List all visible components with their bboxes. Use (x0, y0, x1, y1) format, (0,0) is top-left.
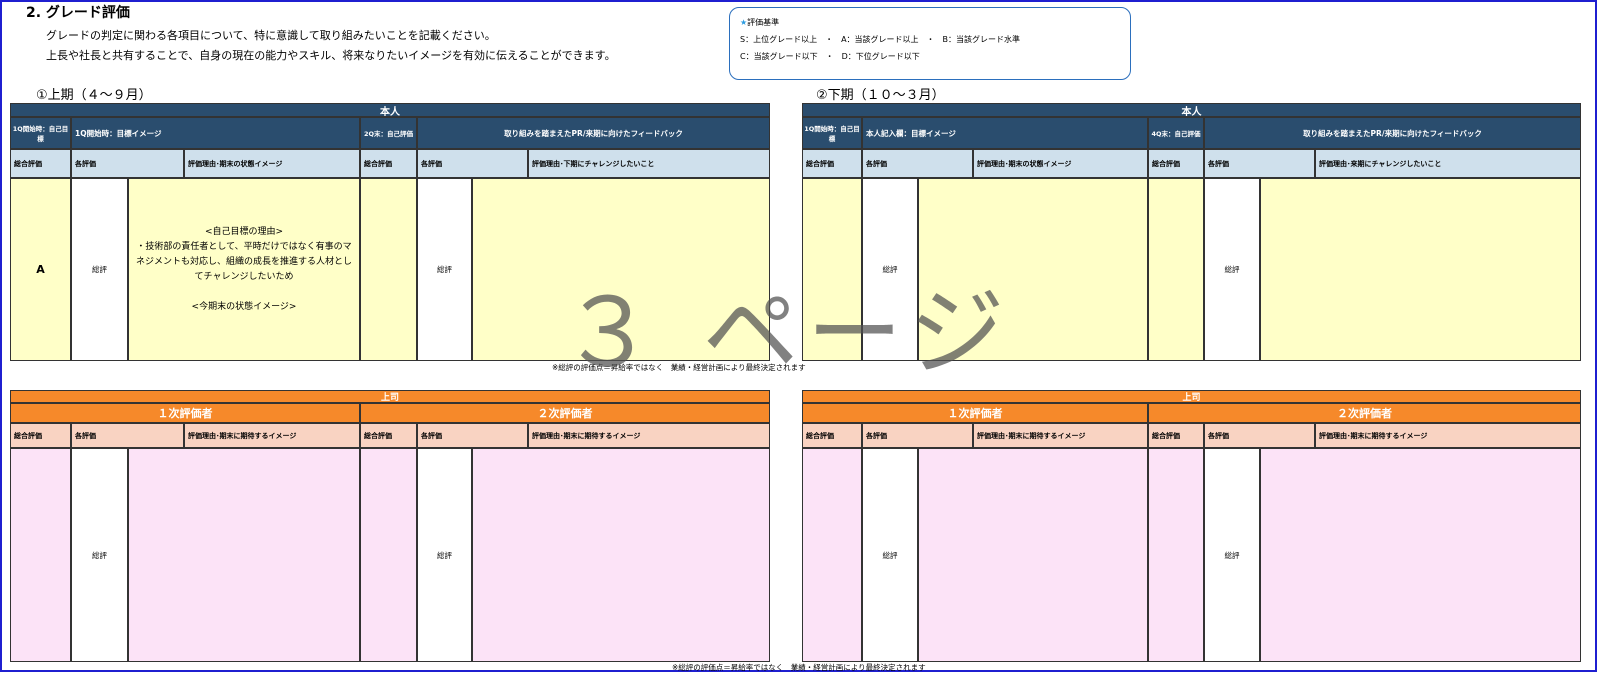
second-half-boss-each-value[interactable]: 総評 (862, 448, 918, 662)
first-half-boss-overall-cell[interactable] (10, 448, 71, 662)
first-half-reason-text[interactable]: <自己目標の理由> ・技術部の責任者として、平時だけではなく有事のマネジメントも… (128, 178, 360, 361)
second-half-first-evaluator: １次評価者 (802, 403, 1148, 423)
second-half-sub-reason: 評価理由･期末の状態イメージ (973, 149, 1148, 178)
section-title: 2. グレード評価 (26, 5, 130, 21)
first-half-sub-overall-2: 総合評価 (360, 149, 417, 178)
first-half-overall-eval-cell[interactable] (360, 178, 417, 361)
second-half-period-label: ②下期（１０～３月） (816, 88, 945, 103)
second-half-boss-sub-reason: 評価理由･期末に期待するイメージ (973, 423, 1148, 448)
first-half-boss-sub-overall-2: 総合評価 (360, 423, 417, 448)
second-half-sub-overall-2: 総合評価 (1148, 149, 1204, 178)
first-half-col-end-eval: 2Q末：自己評価 (360, 117, 417, 149)
second-half-second-evaluator: ２次評価者 (1148, 403, 1581, 423)
second-half-sub-reason-2: 評価理由･来期にチャレンジしたいこと (1315, 149, 1581, 178)
first-half-sub-overall: 総合評価 (10, 149, 71, 178)
first-half-col-feedback: 取り組みを踏まえたPR/来期に向けたフィードバック (417, 117, 770, 149)
second-half-sub-overall: 総合評価 (802, 149, 862, 178)
reason-heading: <自己目標の理由> (204, 226, 284, 237)
first-half-boss-each-value-2[interactable]: 総評 (417, 448, 472, 662)
first-half-col-goal-image: 1Q開始時：目標イメージ (71, 117, 360, 149)
first-half-period-label: ①上期（４～９月） (36, 88, 152, 103)
first-half-each-value-2[interactable]: 総評 (417, 178, 472, 361)
second-half-boss-sub-reason-2: 評価理由･期末に期待するイメージ (1315, 423, 1581, 448)
first-half-first-evaluator: １次評価者 (10, 403, 360, 423)
first-half-boss-sub-overall: 総合評価 (10, 423, 71, 448)
legend-line-1: S：上位グレード以上 ・ A：当該グレード以上 ・ B：当該グレード水準 (740, 35, 1021, 44)
second-half-boss-sub-overall-2: 総合評価 (1148, 423, 1204, 448)
second-half-col-start-goal: 1Q開始時：自己目標 (802, 117, 862, 149)
description-line-1: グレードの判定に関わる各項目について、特に意識して取り組みたいことを記載ください… (46, 29, 496, 42)
second-half-boss-sub-each-2: 各評価 (1204, 423, 1315, 448)
second-half-sub-each-2: 各評価 (1204, 149, 1315, 178)
reason-body: ・技術部の責任者として、平時だけではなく有事のマネジメントも対応し、組織の成長を… (135, 241, 352, 282)
second-half-reason-cell-2[interactable] (1260, 178, 1581, 361)
description-line-2: 上長や社長と共有することで、自身の現在の能力やスキル、将来なりたいイメージを有効… (46, 49, 616, 62)
second-half-col-end-eval: 4Q末：自己評価 (1148, 117, 1204, 149)
second-half-boss-reason-cell[interactable] (918, 448, 1148, 662)
second-half-sub-each: 各評価 (862, 149, 973, 178)
second-half-each-value-2[interactable]: 総評 (1204, 178, 1260, 361)
second-half-boss-sub-overall: 総合評価 (802, 423, 862, 448)
second-half-self-header: 本人 (802, 103, 1581, 118)
first-half-sub-each: 各評価 (71, 149, 184, 178)
second-half-boss-each-value-2[interactable]: 総評 (1204, 448, 1260, 662)
first-half-sub-reason-2: 評価理由･下期にチャレンジしたいこと (528, 149, 770, 178)
second-half-col-goal-image: 本人記入欄：目標イメージ (862, 117, 1148, 149)
first-half-boss-each-value[interactable]: 総評 (71, 448, 128, 662)
page-watermark: ３ ページ (560, 277, 1013, 389)
note-2: ※総評の評価点＝昇給率ではなく 業績・経営計画により最終決定されます (672, 663, 926, 672)
first-half-overall-value[interactable]: A (10, 178, 71, 361)
state-image-heading: <今期末の状態イメージ> (191, 301, 297, 312)
first-half-boss-reason-cell-2[interactable] (472, 448, 770, 662)
first-half-each-value[interactable]: 総評 (71, 178, 128, 361)
legend-line-2: C：当該グレード以下 ・ D：下位グレード以下 (740, 52, 920, 61)
first-half-second-evaluator: ２次評価者 (360, 403, 770, 423)
second-half-col-feedback: 取り組みを踏まえたPR/来期に向けたフィードバック (1204, 117, 1581, 149)
second-half-boss-reason-cell-2[interactable] (1260, 448, 1581, 662)
first-half-boss-sub-reason-2: 評価理由･期末に期待するイメージ (528, 423, 770, 448)
second-half-overall-cell-2[interactable] (1148, 178, 1204, 361)
second-half-boss-sub-each: 各評価 (862, 423, 973, 448)
first-half-boss-sub-reason: 評価理由･期末に期待するイメージ (184, 423, 360, 448)
first-half-boss-reason-cell[interactable] (128, 448, 360, 662)
first-half-col-start-goal: 1Q開始時：自己目標 (10, 117, 71, 149)
first-half-boss-sub-each-2: 各評価 (417, 423, 528, 448)
first-half-boss-overall-cell-2[interactable] (360, 448, 417, 662)
second-half-boss-overall-cell-2[interactable] (1148, 448, 1204, 662)
second-half-boss-overall-cell[interactable] (802, 448, 862, 662)
legend-title: 評価基準 (747, 18, 780, 27)
first-half-boss-sub-each: 各評価 (71, 423, 184, 448)
first-half-sub-reason: 評価理由･期末の状態イメージ (184, 149, 360, 178)
first-half-sub-each-2: 各評価 (417, 149, 528, 178)
first-half-self-header: 本人 (10, 103, 770, 118)
evaluation-criteria-box: ★評価基準 S：上位グレード以上 ・ A：当該グレード以上 ・ B：当該グレード… (729, 7, 1131, 80)
